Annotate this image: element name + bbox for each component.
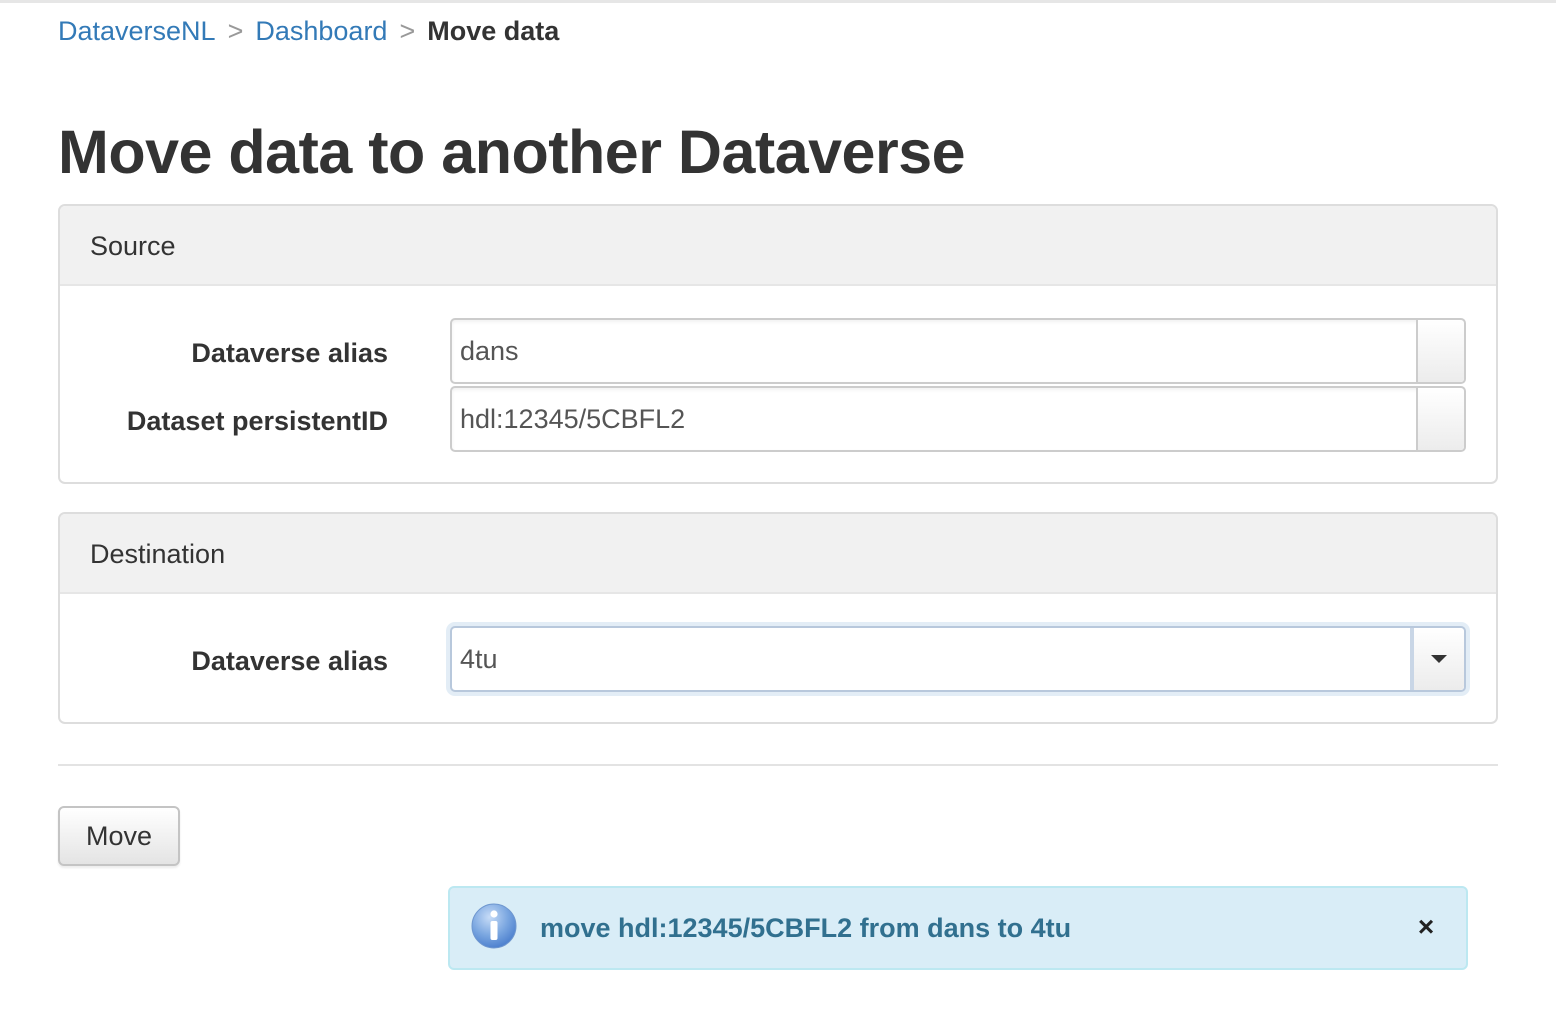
breadcrumb-current: Move data xyxy=(427,16,560,46)
destination-alias-value: 4tu xyxy=(460,644,498,674)
top-border xyxy=(0,0,1556,3)
source-alias-label: Dataverse alias xyxy=(191,338,388,368)
info-message-text: move hdl:12345/5CBFL2 from dans to 4tu xyxy=(540,913,1072,943)
page-title: Move data to another Dataverse xyxy=(58,118,966,186)
destination-alias-label: Dataverse alias xyxy=(191,646,388,676)
source-pid-value: hdl:12345/5CBFL2 xyxy=(460,404,686,434)
breadcrumb-link-dashboard[interactable]: Dashboard xyxy=(255,16,387,46)
chevron-down-icon xyxy=(1431,655,1447,663)
source-pid-button[interactable] xyxy=(1416,388,1464,450)
breadcrumb: DataverseNL > Dashboard > Move data xyxy=(58,14,559,48)
breadcrumb-separator: > xyxy=(399,16,416,46)
destination-panel: Destination Dataverse alias 4tu xyxy=(58,512,1498,724)
breadcrumb-separator: > xyxy=(227,16,244,46)
move-button[interactable]: Move xyxy=(58,806,180,866)
source-alias-button[interactable] xyxy=(1416,320,1464,382)
info-icon xyxy=(471,903,517,949)
divider xyxy=(58,764,1498,766)
dropdown-toggle-button[interactable] xyxy=(1410,628,1464,690)
source-pid-label: Dataset persistentID xyxy=(126,406,388,436)
destination-panel-heading: Destination xyxy=(60,514,1496,594)
source-pid-field[interactable]: hdl:12345/5CBFL2 xyxy=(450,386,1466,452)
close-icon[interactable]: × xyxy=(1410,910,1442,944)
source-alias-value: dans xyxy=(460,336,519,366)
source-panel: Source Dataverse alias dans Dataset pers… xyxy=(58,204,1498,484)
source-panel-heading: Source xyxy=(60,206,1496,286)
breadcrumb-link-dataversenl[interactable]: DataverseNL xyxy=(58,16,216,46)
info-message: move hdl:12345/5CBFL2 from dans to 4tu × xyxy=(448,886,1468,970)
source-alias-field[interactable]: dans xyxy=(450,318,1466,384)
destination-alias-select[interactable]: 4tu xyxy=(450,626,1466,692)
